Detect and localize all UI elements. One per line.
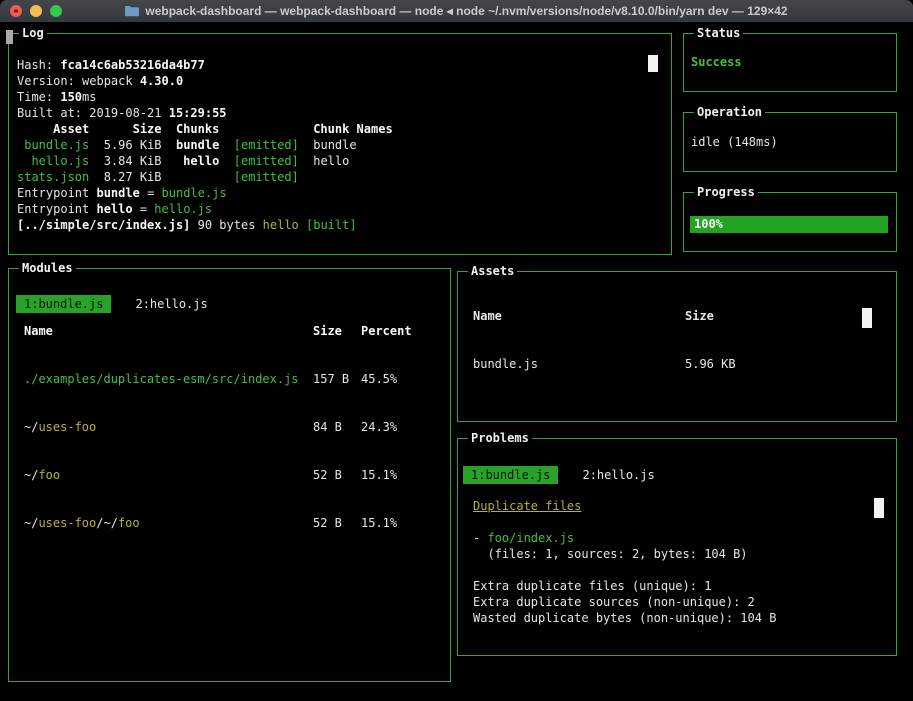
assets-panel-title: Assets bbox=[468, 263, 517, 279]
log-panel-title: Log bbox=[19, 25, 47, 41]
module-percent: 15.1% bbox=[361, 467, 449, 515]
module-name: ./examples/duplicates-esm/src/index.js bbox=[24, 371, 313, 419]
log-line: hello.js 3.84 KiB hello [emitted] hello bbox=[17, 153, 657, 169]
problems-line: Extra duplicate sources (non-unique): 2 bbox=[473, 594, 876, 610]
operation-panel-title: Operation bbox=[694, 104, 765, 120]
module-percent: 24.3% bbox=[361, 419, 449, 467]
assets-scrollbar[interactable] bbox=[862, 308, 872, 328]
progress-track: 100% bbox=[690, 216, 888, 233]
folder-icon bbox=[125, 5, 139, 17]
log-line: [../simple/src/index.js] 90 bytes hello … bbox=[17, 217, 657, 233]
problems-line bbox=[473, 514, 876, 530]
problems-tabs: 1:bundle.js 2:hello.js bbox=[463, 466, 679, 484]
status-value: Success bbox=[691, 55, 742, 69]
modules-table: Name Size Percent ./examples/duplicates-… bbox=[9, 323, 449, 563]
log-line: Asset Size Chunks Chunk Names bbox=[17, 121, 657, 137]
module-size: 52 B bbox=[313, 515, 361, 563]
terminal-content: Log Hash: fca14c6ab53216da4b77 Version: … bbox=[0, 22, 913, 701]
module-percent: 45.5% bbox=[361, 371, 449, 419]
module-percent: 15.1% bbox=[361, 515, 449, 563]
modules-col-size: Size bbox=[313, 323, 361, 371]
log-line: Time: 150ms bbox=[17, 89, 657, 105]
log-line: stats.json 8.27 KiB [emitted] bbox=[17, 169, 657, 185]
table-row: ~/foo 52 B 15.1% bbox=[9, 467, 449, 515]
log-output: Hash: fca14c6ab53216da4b77 Version: webp… bbox=[17, 57, 657, 233]
module-name: ~/uses-foo bbox=[24, 419, 313, 467]
log-line: Entrypoint hello = hello.js bbox=[17, 201, 657, 217]
table-row: ~/uses-foo 84 B 24.3% bbox=[9, 419, 449, 467]
progress-panel: Progress 100% bbox=[683, 192, 897, 252]
log-line: Hash: fca14c6ab53216da4b77 bbox=[17, 57, 657, 73]
module-name: ~/uses-foo/~/foo bbox=[24, 515, 313, 563]
log-line: bundle.js 5.96 KiB bundle [emitted] bund… bbox=[17, 137, 657, 153]
problems-line: Wasted duplicate bytes (non-unique): 104… bbox=[473, 610, 876, 626]
titlebar[interactable]: webpack-dashboard — webpack-dashboard — … bbox=[0, 0, 913, 22]
traffic-lights bbox=[10, 0, 62, 22]
asset-name: bundle.js bbox=[473, 356, 685, 404]
modules-panel-title: Modules bbox=[19, 260, 76, 276]
table-row: ./examples/duplicates-esm/src/index.js 1… bbox=[9, 371, 449, 419]
close-button[interactable] bbox=[10, 5, 22, 17]
table-row: bundle.js 5.96 KB bbox=[458, 356, 895, 404]
assets-table-header: Name Size bbox=[458, 308, 895, 356]
assets-col-name: Name bbox=[473, 308, 685, 356]
problems-line bbox=[473, 562, 876, 578]
asset-size: 5.96 KB bbox=[685, 356, 895, 404]
log-line: Entrypoint bundle = bundle.js bbox=[17, 185, 657, 201]
problems-line: Extra duplicate files (unique): 1 bbox=[473, 578, 876, 594]
modules-tab-hello[interactable]: 2:hello.js bbox=[127, 295, 215, 313]
status-panel-title: Status bbox=[694, 25, 743, 41]
modules-tab-bundle[interactable]: 1:bundle.js bbox=[16, 295, 111, 313]
operation-value: idle (148ms) bbox=[691, 135, 778, 149]
problems-panel: Problems 1:bundle.js 2:hello.js Duplicat… bbox=[457, 438, 897, 656]
problems-line: (files: 1, sources: 2, bytes: 104 B) bbox=[473, 546, 876, 562]
module-size: 84 B bbox=[313, 419, 361, 467]
problems-tab-hello[interactable]: 2:hello.js bbox=[574, 466, 662, 484]
log-focus-marker bbox=[6, 30, 13, 44]
modules-col-percent: Percent bbox=[361, 323, 449, 371]
table-row: ~/uses-foo/~/foo 52 B 15.1% bbox=[9, 515, 449, 563]
problems-tab-bundle[interactable]: 1:bundle.js bbox=[463, 466, 558, 484]
problems-line: - foo/index.js bbox=[473, 530, 876, 546]
log-line: Version: webpack 4.30.0 bbox=[17, 73, 657, 89]
modules-panel: Modules 1:bundle.js 2:hello.js Name Size… bbox=[8, 268, 451, 682]
modules-col-name: Name bbox=[24, 323, 313, 371]
module-size: 52 B bbox=[313, 467, 361, 515]
minimize-button[interactable] bbox=[30, 5, 42, 17]
problems-scrollbar[interactable] bbox=[874, 498, 884, 518]
progress-bar-fill: 100% bbox=[690, 216, 888, 233]
operation-panel: Operation idle (148ms) bbox=[683, 112, 897, 172]
problems-line: Duplicate files bbox=[473, 498, 876, 514]
log-scrollbar[interactable] bbox=[648, 55, 658, 72]
module-size: 157 B bbox=[313, 371, 361, 419]
progress-panel-title: Progress bbox=[694, 184, 758, 200]
problems-panel-title: Problems bbox=[468, 430, 532, 446]
window-title: webpack-dashboard — webpack-dashboard — … bbox=[145, 4, 787, 18]
modules-table-header: Name Size Percent bbox=[9, 323, 449, 371]
log-panel: Log Hash: fca14c6ab53216da4b77 Version: … bbox=[8, 33, 672, 255]
status-panel: Status Success bbox=[683, 33, 897, 92]
assets-panel: Assets Name Size bundle.js 5.96 KB bbox=[457, 271, 897, 422]
module-name: ~/foo bbox=[24, 467, 313, 515]
problems-details: Duplicate files - foo/index.js (files: 1… bbox=[473, 498, 876, 626]
assets-table: Name Size bundle.js 5.96 KB bbox=[458, 308, 895, 404]
modules-tabs: 1:bundle.js 2:hello.js bbox=[16, 295, 232, 313]
log-line: Built at: 2019-08-21 15:29:55 bbox=[17, 105, 657, 121]
terminal-window: webpack-dashboard — webpack-dashboard — … bbox=[0, 0, 913, 701]
zoom-button[interactable] bbox=[50, 5, 62, 17]
